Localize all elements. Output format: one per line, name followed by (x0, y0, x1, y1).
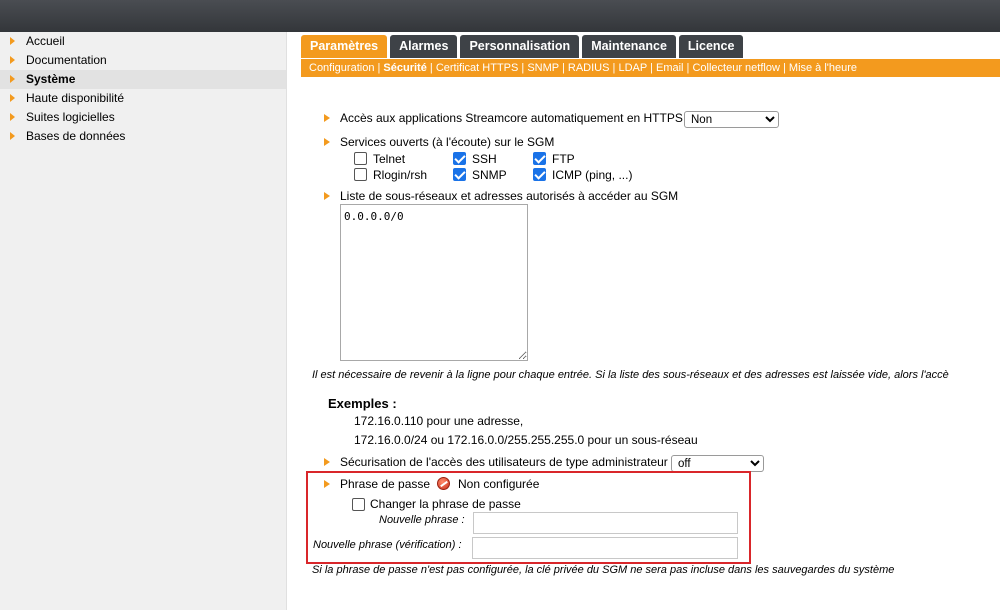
sidebar-item-label: Accueil (26, 34, 65, 48)
subnets-textarea[interactable]: 0.0.0.0/0 (340, 204, 528, 361)
subnav-ldap[interactable]: LDAP (618, 62, 647, 74)
ftp-checkbox[interactable] (533, 152, 546, 165)
subnav-collecteur-netflow[interactable]: Collecteur netflow (692, 62, 779, 74)
highlight-frame (306, 471, 751, 564)
sidebar-item-accueil[interactable]: Accueil (0, 32, 286, 51)
bullet-icon (324, 458, 330, 466)
bullet-icon (324, 192, 330, 200)
examples-line-1: 172.16.0.110 pour une adresse, (354, 414, 524, 428)
subnav-mise-a-l-heure[interactable]: Mise à l'heure (789, 62, 857, 74)
icmp-checkbox[interactable] (533, 168, 546, 181)
snmp-checkbox[interactable] (453, 168, 466, 181)
icmp-label: ICMP (ping, ...) (552, 168, 633, 182)
main-tabs: Paramètres Alarmes Personnalisation Main… (301, 35, 746, 59)
bullet-icon (324, 138, 330, 146)
sidebar-item-bases-de-donnees[interactable]: Bases de données (0, 127, 286, 146)
tab-parametres[interactable]: Paramètres (301, 35, 388, 58)
arrow-icon (10, 56, 15, 64)
subnav-certificat-https[interactable]: Certificat HTTPS (436, 62, 519, 74)
https-select[interactable]: Non (684, 111, 779, 128)
arrow-icon (10, 94, 15, 102)
telnet-label: Telnet (373, 152, 406, 166)
rlogin-label: Rlogin/rsh (373, 168, 428, 182)
tab-alarmes[interactable]: Alarmes (390, 35, 458, 58)
sub-navigation: Configuration | Sécurité | Certificat HT… (301, 59, 1000, 77)
ssh-label: SSH (472, 152, 497, 166)
https-label: Accès aux applications Streamcore automa… (340, 111, 690, 125)
arrow-icon (10, 132, 15, 140)
ssh-checkbox[interactable] (453, 152, 466, 165)
admin-label: Sécurisation de l'accès des utilisateurs… (340, 455, 675, 469)
arrow-icon (10, 37, 15, 45)
subnets-note: Il est nécessaire de revenir à la ligne … (312, 369, 949, 381)
examples-line-2: 172.16.0.0/24 ou 172.16.0.0/255.255.255.… (354, 433, 698, 447)
sidebar-item-label: Suites logicielles (26, 110, 115, 124)
subnav-securite[interactable]: Sécurité (383, 62, 426, 74)
snmp-label: SNMP (472, 168, 507, 182)
sidebar-item-systeme[interactable]: Système (0, 70, 286, 89)
top-bar (0, 0, 1000, 32)
sidebar-item-label: Bases de données (26, 129, 126, 143)
services-label: Services ouverts (à l'écoute) sur le SGM (340, 135, 555, 149)
telnet-checkbox[interactable] (354, 152, 367, 165)
passphrase-note: Si la phrase de passe n'est pas configur… (312, 564, 895, 576)
sidebar-item-suites-logicielles[interactable]: Suites logicielles (0, 108, 286, 127)
sidebar-item-label: Documentation (26, 53, 107, 67)
arrow-icon (10, 75, 15, 83)
subnav-configuration[interactable]: Configuration (309, 62, 374, 74)
tab-licence[interactable]: Licence (678, 35, 744, 58)
admin-select[interactable]: off (671, 455, 764, 472)
sidebar-item-documentation[interactable]: Documentation (0, 51, 286, 70)
subnav-snmp[interactable]: SNMP (527, 62, 559, 74)
sidebar-item-label: Haute disponibilité (26, 91, 125, 105)
sidebar: Accueil Documentation Système Haute disp… (0, 32, 287, 610)
tab-personnalisation[interactable]: Personnalisation (460, 35, 580, 58)
ftp-label: FTP (552, 152, 575, 166)
arrow-icon (10, 113, 15, 121)
subnav-email[interactable]: Email (656, 62, 684, 74)
bullet-icon (324, 114, 330, 122)
sidebar-item-label: Système (26, 72, 76, 86)
tab-maintenance[interactable]: Maintenance (582, 35, 676, 58)
rlogin-checkbox[interactable] (354, 168, 367, 181)
subnets-label: Liste de sous-réseaux et adresses autori… (340, 189, 679, 203)
subnav-radius[interactable]: RADIUS (568, 62, 610, 74)
sidebar-item-haute-disponibilite[interactable]: Haute disponibilité (0, 89, 286, 108)
examples-title: Exemples : (328, 396, 397, 411)
